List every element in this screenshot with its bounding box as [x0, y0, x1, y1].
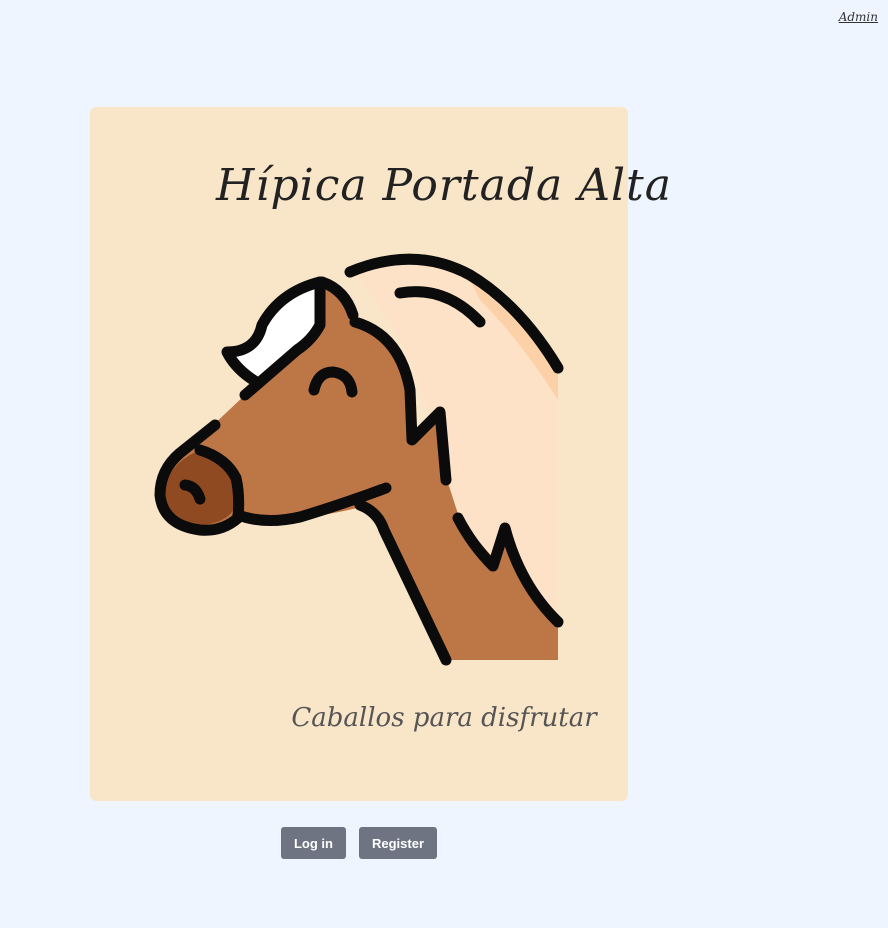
register-button[interactable]: Register: [358, 827, 438, 859]
admin-link[interactable]: Admin: [839, 10, 878, 24]
login-button[interactable]: Log in: [280, 827, 346, 859]
page-title: Hípica Portada Alta: [216, 160, 672, 211]
horse-head-icon: [154, 253, 564, 666]
auth-buttons: Log in Register: [0, 827, 718, 859]
page-subtitle: Caballos para disfrutar: [291, 703, 597, 733]
